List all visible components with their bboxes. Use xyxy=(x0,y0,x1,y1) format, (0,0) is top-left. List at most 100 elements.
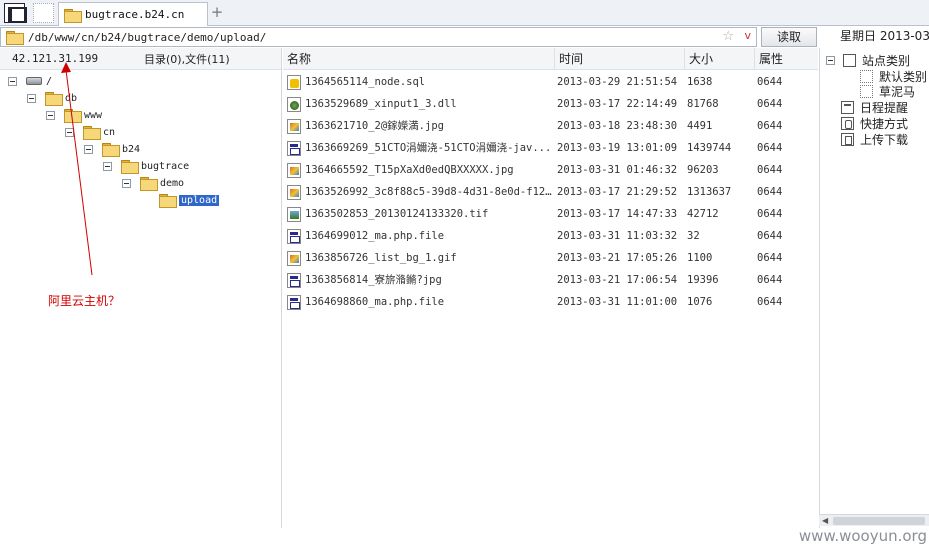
header-time[interactable]: 时间 xyxy=(555,48,685,70)
tree-node[interactable]: upload xyxy=(141,192,220,208)
file-attr: 0644 xyxy=(757,76,783,88)
address-bar[interactable]: /db/www/cn/b24/bugtrace/demo/upload/ ☆ v xyxy=(0,27,757,47)
window-toggle-icon[interactable] xyxy=(4,3,27,23)
file-name: 1364698860_ma.php.file xyxy=(305,296,445,308)
drive-icon xyxy=(26,77,42,85)
table-row[interactable]: 1364565114_node.sql 2013-03-29 21:51:54 16… xyxy=(283,71,818,93)
file-sql-icon xyxy=(287,74,301,90)
file-time: 2013-03-17 22:14:49 xyxy=(557,98,678,110)
collapse-icon[interactable] xyxy=(122,178,131,188)
tree-node[interactable]: bugtrace xyxy=(103,158,189,174)
file-name-cell[interactable]: 1364665592_T15pXaXd0edQBXXXXX.jpg xyxy=(287,159,555,181)
header-attr[interactable]: 属性 xyxy=(755,48,818,70)
file-name: 1364665592_T15pXaXd0edQBXXXXX.jpg xyxy=(305,164,514,176)
tree-node[interactable]: db xyxy=(27,90,77,106)
file-name-cell[interactable]: 1363526992_3c8f88c5-39d8-4d31-8e0d-f12..… xyxy=(287,181,555,203)
menu-shortcuts[interactable]: 快捷方式 xyxy=(841,115,908,131)
file-name-cell[interactable]: 1364698860_ma.php.file xyxy=(287,291,555,313)
file-time: 2013-03-21 17:06:54 xyxy=(557,274,678,286)
tree-node[interactable]: b24 xyxy=(84,141,140,157)
table-row[interactable]: 1363526992_3c8f88c5-39d8-4d31-8e0d-f12..… xyxy=(283,181,818,203)
annotation-text: 阿里云主机？ xyxy=(48,294,121,308)
tree-node[interactable]: / xyxy=(8,73,52,89)
file-attr: 0644 xyxy=(757,274,783,286)
file-name-cell[interactable]: 1364699012_ma.php.file xyxy=(287,225,555,247)
upload-icon xyxy=(841,132,854,146)
file-name-cell[interactable]: 1363502853_20130124133320.tif xyxy=(287,203,555,225)
file-name-cell[interactable]: 1364565114_node.sql xyxy=(287,71,555,93)
file-name: 1364565114_node.sql xyxy=(305,76,426,88)
file-name: 1363502853_20130124133320.tif xyxy=(305,208,489,220)
file-name: 1363526992_3c8f88c5-39d8-4d31-8e0d-f12..… xyxy=(305,186,555,198)
menu-schedule-reminder[interactable]: 日程提醒 xyxy=(841,99,908,115)
add-tab-button[interactable]: + xyxy=(210,4,224,20)
header-size[interactable]: 大小 xyxy=(685,48,755,70)
file-name-cell[interactable]: 1363529689_xinput1_3.dll xyxy=(287,93,555,115)
table-row[interactable]: 1364665592_T15pXaXd0edQBXXXXX.jpg 2013-03… xyxy=(283,159,818,181)
menu-grass-mud-horse[interactable]: 草泥马 xyxy=(860,83,915,99)
scrollbar-thumb[interactable] xyxy=(833,517,925,525)
folder-icon xyxy=(6,31,24,45)
menu-label: 日程提醒 xyxy=(860,100,909,115)
scroll-left-icon[interactable]: ◀ xyxy=(822,516,828,525)
menu-site-category[interactable]: 站点类别 xyxy=(826,52,910,68)
file-name: 1363856814_寮旂潃鏅?jpg xyxy=(305,274,442,286)
collapse-icon[interactable] xyxy=(27,93,36,103)
tree-node[interactable]: demo xyxy=(122,175,184,191)
tab-label: bugtrace.b24.cn xyxy=(85,8,185,21)
dotted-box-icon xyxy=(860,84,873,98)
file-name: 1363856726_list_bg_1.gif xyxy=(305,252,457,264)
tree-node-label: / xyxy=(46,75,53,87)
table-row[interactable]: 1363621710_2@鎵嬫満.jpg 2013-03-18 23:48:30 4… xyxy=(283,115,818,137)
table-row[interactable]: 1363502853_20130124133320.tif 2013-03-17 … xyxy=(283,203,818,225)
tab-active[interactable]: bugtrace.b24.cn xyxy=(58,2,208,26)
tree-node-label: db xyxy=(65,92,78,104)
blank-tab-icon[interactable] xyxy=(33,3,54,23)
chevron-down-icon[interactable]: v xyxy=(744,29,751,42)
file-name-cell[interactable]: 1363856814_寮旂潃鏅?jpg xyxy=(287,269,555,291)
table-row[interactable]: 1363856814_寮旂潃鏅?jpg 2013-03-21 17:06:54 19… xyxy=(283,269,818,291)
file-size: 81768 xyxy=(687,98,719,110)
file-name-cell[interactable]: 1363621710_2@鎵嬫満.jpg xyxy=(287,115,555,137)
tree-node[interactable]: www xyxy=(46,107,102,123)
file-attr: 0644 xyxy=(757,164,783,176)
file-size: 1076 xyxy=(687,296,713,308)
folder-icon xyxy=(159,194,177,208)
table-row[interactable]: 1364699012_ma.php.file 2013-03-31 11:03:3… xyxy=(283,225,818,247)
calendar-icon xyxy=(841,100,854,114)
star-icon[interactable]: ☆ xyxy=(722,29,734,44)
server-ip: 42.121.31.199 xyxy=(12,52,99,65)
menu-upload-download[interactable]: 上传下载 xyxy=(841,131,908,147)
collapse-icon[interactable] xyxy=(103,161,112,171)
read-button[interactable]: 读取 xyxy=(761,27,817,47)
file-name-cell[interactable]: 1363669269_51CTO涓嬭浇-51CTO涓嬭浇-jav... xyxy=(287,137,555,159)
table-row[interactable]: 1363529689_xinput1_3.dll 2013-03-17 22:14… xyxy=(283,93,818,115)
collapse-icon[interactable] xyxy=(65,127,74,137)
file-exe-icon xyxy=(287,294,301,310)
file-name: 1363621710_2@鎵嬫満.jpg xyxy=(305,120,444,132)
tree-node[interactable]: cn xyxy=(65,124,115,140)
table-row[interactable]: 1363856726_list_bg_1.gif 2013-03-21 17:05… xyxy=(283,247,818,269)
folder-icon xyxy=(64,109,82,123)
file-img-icon xyxy=(287,118,301,134)
collapse-icon[interactable] xyxy=(84,144,93,154)
menu-label: 草泥马 xyxy=(879,84,916,99)
file-size: 19396 xyxy=(687,274,719,286)
file-list: 名称 时间 大小 属性 1364565114_node.sql 2013-03-2… xyxy=(283,48,818,528)
file-size: 1638 xyxy=(687,76,713,88)
table-row[interactable]: 1364698860_ma.php.file 2013-03-31 11:01:0… xyxy=(283,291,818,313)
folder-icon xyxy=(83,126,101,140)
horizontal-scrollbar[interactable]: ◀ xyxy=(819,514,929,526)
collapse-icon[interactable] xyxy=(826,55,835,65)
table-row[interactable]: 1363669269_51CTO涓嬭浇-51CTO涓嬭浇-jav... 2013-… xyxy=(283,137,818,159)
collapse-icon[interactable] xyxy=(8,76,17,86)
header-name[interactable]: 名称 xyxy=(283,48,555,70)
file-name-cell[interactable]: 1363856726_list_bg_1.gif xyxy=(287,247,555,269)
file-time: 2013-03-29 21:51:54 xyxy=(557,76,678,88)
watermark: www.wooyun.org xyxy=(798,527,927,545)
collapse-icon[interactable] xyxy=(46,110,55,120)
file-exe-icon xyxy=(287,140,301,156)
table-header: 名称 时间 大小 属性 xyxy=(283,48,818,70)
file-name: 1364699012_ma.php.file xyxy=(305,230,445,242)
tree-node-label: www xyxy=(84,109,103,121)
